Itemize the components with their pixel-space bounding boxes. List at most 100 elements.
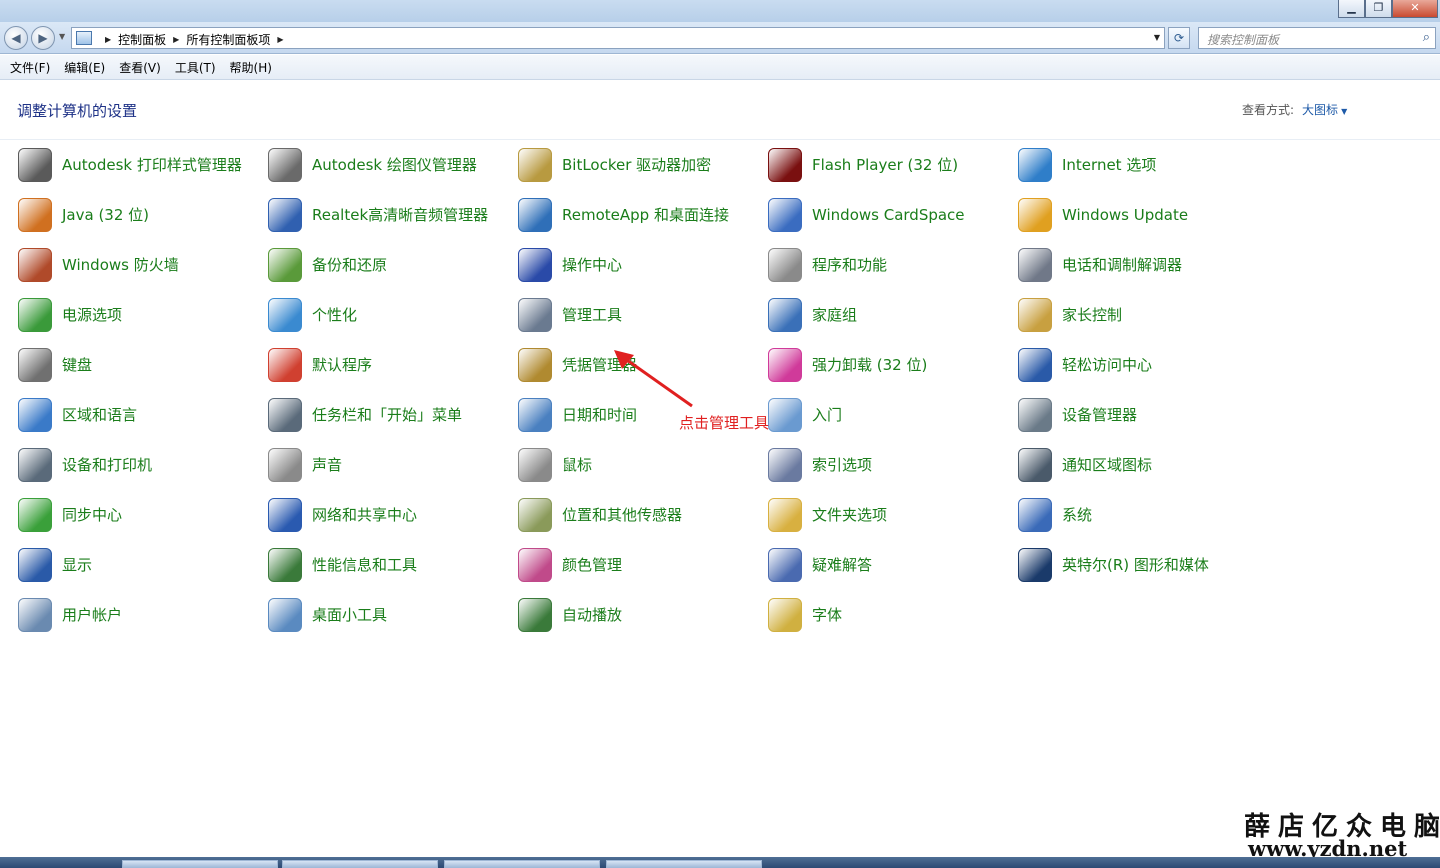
control-panel-item-label[interactable]: 设备和打印机	[62, 456, 152, 475]
breadcrumb-separator-icon[interactable]: ▶	[173, 35, 179, 44]
control-panel-item[interactable]: Internet 选项	[1018, 142, 1254, 188]
taskbar-button[interactable]	[122, 860, 278, 868]
control-panel-item-label[interactable]: 用户帐户	[62, 606, 122, 625]
control-panel-item[interactable]: 显示	[18, 542, 254, 588]
taskbar-button[interactable]	[606, 860, 762, 868]
control-panel-item-label[interactable]: 同步中心	[62, 506, 122, 525]
minimize-button[interactable]: ▁	[1338, 0, 1365, 18]
control-panel-item[interactable]: 同步中心	[18, 492, 254, 538]
control-panel-item-label[interactable]: 系统	[1062, 506, 1092, 525]
control-panel-item[interactable]: 颜色管理	[518, 542, 754, 588]
control-panel-item[interactable]: 声音	[268, 442, 504, 488]
control-panel-item-label[interactable]: 键盘	[62, 356, 92, 375]
control-panel-item-label[interactable]: Windows CardSpace	[812, 206, 965, 225]
control-panel-item[interactable]: 个性化	[268, 292, 504, 338]
control-panel-item-label[interactable]: 声音	[312, 456, 342, 475]
menu-edit[interactable]: 编辑(E)	[57, 59, 112, 76]
control-panel-item[interactable]: Windows Update	[1018, 192, 1254, 238]
control-panel-item-label[interactable]: 个性化	[312, 306, 357, 325]
control-panel-item[interactable]: Realtek高清晰音频管理器	[268, 192, 504, 238]
control-panel-item[interactable]: 用户帐户	[18, 592, 254, 638]
control-panel-item-label[interactable]: 区域和语言	[62, 406, 137, 425]
control-panel-item[interactable]: Windows 防火墙	[18, 242, 254, 288]
control-panel-item[interactable]: 性能信息和工具	[268, 542, 504, 588]
control-panel-item-label[interactable]: 管理工具	[562, 306, 622, 325]
menu-view[interactable]: 查看(V)	[112, 59, 168, 76]
maximize-button[interactable]: ❐	[1365, 0, 1392, 18]
control-panel-item[interactable]: 设备管理器	[1018, 392, 1254, 438]
control-panel-item-label[interactable]: 通知区域图标	[1062, 456, 1152, 475]
control-panel-item[interactable]: 家长控制	[1018, 292, 1254, 338]
control-panel-item[interactable]: Autodesk 打印样式管理器	[18, 142, 254, 188]
control-panel-item[interactable]: 默认程序	[268, 342, 504, 388]
control-panel-item[interactable]: 索引选项	[768, 442, 1004, 488]
control-panel-item-label[interactable]: Autodesk 绘图仪管理器	[312, 156, 477, 175]
refresh-button[interactable]: ⟳	[1168, 27, 1190, 49]
control-panel-item-label[interactable]: Realtek高清晰音频管理器	[312, 206, 488, 225]
control-panel-item[interactable]: 电话和调制解调器	[1018, 242, 1254, 288]
control-panel-item-label[interactable]: 电话和调制解调器	[1062, 256, 1182, 275]
control-panel-item-label[interactable]: Flash Player (32 位)	[812, 156, 958, 175]
control-panel-item-label[interactable]: 英特尔(R) 图形和媒体	[1062, 556, 1209, 575]
control-panel-item-label[interactable]: 强力卸载 (32 位)	[812, 356, 927, 375]
search-input[interactable]: 搜索控制面板 ⌕	[1198, 27, 1436, 49]
chevron-down-icon[interactable]: ▼	[1341, 107, 1347, 116]
recent-pages-dropdown-icon[interactable]: ▼	[59, 32, 65, 41]
control-panel-item[interactable]: 英特尔(R) 图形和媒体	[1018, 542, 1254, 588]
control-panel-item[interactable]: BitLocker 驱动器加密	[518, 142, 754, 188]
control-panel-item-label[interactable]: RemoteApp 和桌面连接	[562, 206, 729, 225]
breadcrumb-separator-icon[interactable]: ▶	[277, 35, 283, 44]
control-panel-item-label[interactable]: Autodesk 打印样式管理器	[62, 156, 242, 175]
control-panel-item-label[interactable]: 操作中心	[562, 256, 622, 275]
control-panel-item[interactable]: 网络和共享中心	[268, 492, 504, 538]
search-icon[interactable]: ⌕	[1423, 30, 1430, 45]
control-panel-item[interactable]: Flash Player (32 位)	[768, 142, 1004, 188]
control-panel-item-label[interactable]: 任务栏和「开始」菜单	[312, 406, 462, 425]
control-panel-item[interactable]: 电源选项	[18, 292, 254, 338]
control-panel-item[interactable]: 备份和还原	[268, 242, 504, 288]
control-panel-item-label[interactable]: 网络和共享中心	[312, 506, 417, 525]
control-panel-item-label[interactable]: 轻松访问中心	[1062, 356, 1152, 375]
breadcrumb-item-all-items[interactable]: 所有控制面板项	[186, 31, 270, 48]
control-panel-item[interactable]: 键盘	[18, 342, 254, 388]
control-panel-item[interactable]: 设备和打印机	[18, 442, 254, 488]
menu-file[interactable]: 文件(F)	[3, 59, 57, 76]
control-panel-item-label[interactable]: 鼠标	[562, 456, 592, 475]
view-by-dropdown[interactable]: 大图标	[1302, 103, 1338, 117]
control-panel-item[interactable]: 自动播放	[518, 592, 754, 638]
back-button[interactable]: ◀	[4, 26, 28, 50]
close-button[interactable]: ✕	[1392, 0, 1438, 18]
address-dropdown-icon[interactable]: ▼	[1154, 33, 1160, 42]
menu-tools[interactable]: 工具(T)	[168, 59, 223, 76]
control-panel-item-label[interactable]: 入门	[812, 406, 842, 425]
control-panel-item[interactable]: Autodesk 绘图仪管理器	[268, 142, 504, 188]
control-panel-item-label[interactable]: 备份和还原	[312, 256, 387, 275]
control-panel-item-label[interactable]: 电源选项	[62, 306, 122, 325]
control-panel-item[interactable]: 桌面小工具	[268, 592, 504, 638]
control-panel-item-label[interactable]: 索引选项	[812, 456, 872, 475]
control-panel-item[interactable]: 字体	[768, 592, 1004, 638]
control-panel-item-label[interactable]: 显示	[62, 556, 92, 575]
control-panel-item[interactable]: 程序和功能	[768, 242, 1004, 288]
control-panel-item[interactable]: 轻松访问中心	[1018, 342, 1254, 388]
control-panel-item-label[interactable]: BitLocker 驱动器加密	[562, 156, 711, 175]
control-panel-item[interactable]: Java (32 位)	[18, 192, 254, 238]
control-panel-item-label[interactable]: 设备管理器	[1062, 406, 1137, 425]
control-panel-item[interactable]: 管理工具	[518, 292, 754, 338]
control-panel-item-label[interactable]: 桌面小工具	[312, 606, 387, 625]
control-panel-item-label[interactable]: 位置和其他传感器	[562, 506, 682, 525]
control-panel-item-label[interactable]: Internet 选项	[1062, 156, 1156, 175]
control-panel-item-label[interactable]: 性能信息和工具	[312, 556, 417, 575]
control-panel-item[interactable]: 入门	[768, 392, 1004, 438]
control-panel-item[interactable]: 通知区域图标	[1018, 442, 1254, 488]
taskbar-button[interactable]	[282, 860, 438, 868]
control-panel-item-label[interactable]: 疑难解答	[812, 556, 872, 575]
control-panel-item-label[interactable]: 自动播放	[562, 606, 622, 625]
control-panel-item[interactable]: 系统	[1018, 492, 1254, 538]
control-panel-item-label[interactable]: 家庭组	[812, 306, 857, 325]
control-panel-item-label[interactable]: 默认程序	[312, 356, 372, 375]
control-panel-item[interactable]: RemoteApp 和桌面连接	[518, 192, 754, 238]
control-panel-item-label[interactable]: Windows 防火墙	[62, 256, 179, 275]
control-panel-item-label[interactable]: 程序和功能	[812, 256, 887, 275]
address-bar[interactable]: ▶ 控制面板 ▶ 所有控制面板项 ▶ ▼	[71, 27, 1165, 49]
